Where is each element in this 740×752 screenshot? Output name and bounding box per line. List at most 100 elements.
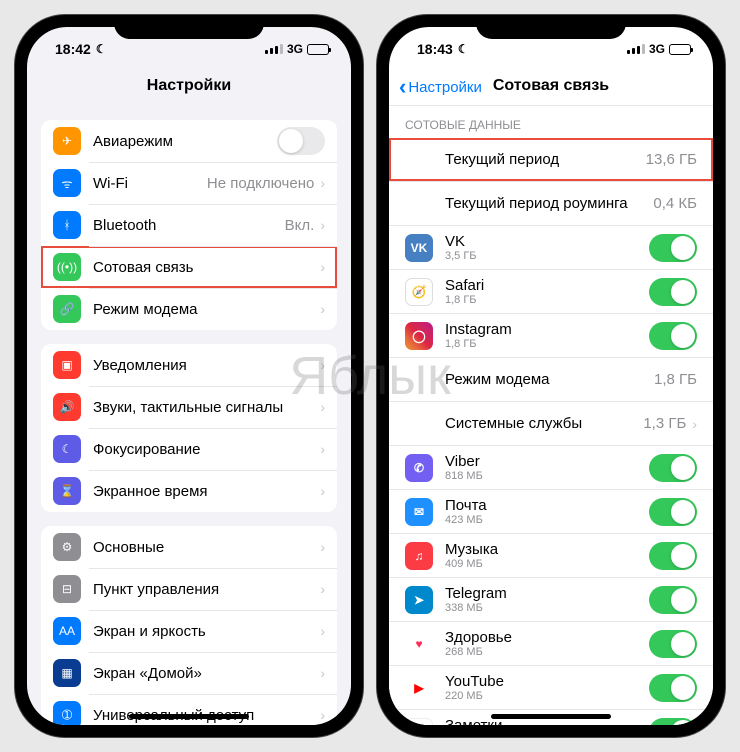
row-screentime[interactable]: ⌛Экранное время› — [41, 470, 337, 512]
row-value: 0,4 КБ — [653, 195, 697, 212]
toggle[interactable] — [649, 542, 697, 570]
app-usage: 818 МБ — [445, 470, 649, 482]
toggle[interactable] — [649, 586, 697, 614]
page-title: Сотовая связь — [493, 77, 609, 94]
telegram-icon: ➤ — [405, 586, 433, 614]
battery-icon — [669, 44, 691, 55]
toggle[interactable] — [649, 718, 697, 726]
row-viber[interactable]: ✆Viber818 МБ — [389, 446, 713, 490]
focus-icon: ☾ — [53, 435, 81, 463]
row-hotspot[interactable]: 🔗Режим модема› — [41, 288, 337, 330]
battery-icon — [307, 44, 329, 55]
safari-icon: 🧭 — [405, 278, 433, 306]
app-label: Почта — [445, 497, 649, 514]
network-label: 3G — [649, 42, 665, 56]
section-header: СОТОВЫЕ ДАННЫЕ — [389, 106, 713, 138]
chevron-right-icon: › — [320, 483, 325, 499]
row-youtube[interactable]: ▶YouTube220 МБ — [389, 666, 713, 710]
row-roaming: Текущий период роуминга0,4 КБ — [389, 182, 713, 226]
notifications-icon: ▣ — [53, 351, 81, 379]
row-label: Пункт управления — [93, 581, 314, 598]
row-value: 1,8 ГБ — [654, 371, 697, 388]
time: 18:42 — [55, 41, 91, 57]
row-health[interactable]: ♥Здоровье268 МБ — [389, 622, 713, 666]
row-cellular[interactable]: ((•))Сотовая связь› — [41, 246, 337, 288]
chevron-right-icon: › — [320, 175, 325, 191]
row-system[interactable]: Системные службы1,3 ГБ› — [389, 402, 713, 446]
mail-icon: ✉ — [405, 498, 433, 526]
row-telegram[interactable]: ➤Telegram338 МБ — [389, 578, 713, 622]
row-label: Сотовая связь — [93, 259, 314, 276]
signal-icon — [627, 44, 645, 54]
app-usage: 1,8 ГБ — [445, 294, 649, 306]
chevron-right-icon: › — [320, 539, 325, 555]
toggle[interactable] — [649, 454, 697, 482]
vk-icon: VK — [405, 234, 433, 262]
app-usage: 1,8 ГБ — [445, 338, 649, 350]
notch — [114, 15, 264, 39]
row-wifi[interactable]: ᯤWi-FiНе подключено› — [41, 162, 337, 204]
row-label: Основные — [93, 539, 314, 556]
toggle[interactable] — [649, 498, 697, 526]
wifi-icon: ᯤ — [53, 169, 81, 197]
row-focus[interactable]: ☾Фокусирование› — [41, 428, 337, 470]
row-instagram[interactable]: ◯ Instagram1,8 ГБ — [389, 314, 713, 358]
chevron-right-icon: › — [320, 259, 325, 275]
row-safari[interactable]: 🧭Safari1,8 ГБ — [389, 270, 713, 314]
toggle[interactable] — [277, 127, 325, 155]
back-button[interactable]: ‹ Настройки — [399, 76, 482, 98]
row-accessibility[interactable]: ➀Универсальный доступ› — [41, 694, 337, 725]
phone-right: 18:43 ☾ 3G ‹ Настройки Сотовая связь СОТ… — [377, 15, 725, 737]
app-label: YouTube — [445, 673, 649, 690]
app-usage: 3,5 ГБ — [445, 250, 649, 262]
home-indicator — [129, 714, 249, 719]
row-music[interactable]: ♫Музыка409 МБ — [389, 534, 713, 578]
youtube-icon: ▶ — [405, 674, 433, 702]
row-label: Фокусирование — [93, 441, 314, 458]
row-current-period: Текущий период13,6 ГБ — [389, 138, 713, 182]
row-vk[interactable]: VKVK3,5 ГБ — [389, 226, 713, 270]
app-label: Instagram — [445, 321, 649, 338]
row-airplane[interactable]: ✈︎Авиарежим — [41, 120, 337, 162]
toggle[interactable] — [649, 674, 697, 702]
row-bluetooth[interactable]: ᚼBluetoothВкл.› — [41, 204, 337, 246]
hotspot-icon: 🔗 — [53, 295, 81, 323]
instagram-icon: ◯ — [405, 322, 433, 350]
row-label: Звуки, тактильные сигналы — [93, 399, 314, 416]
notes-icon: ≡ — [405, 718, 433, 726]
toggle[interactable] — [649, 234, 697, 262]
app-usage: 423 МБ — [445, 514, 649, 526]
row-general[interactable]: ⚙Основные› — [41, 526, 337, 568]
display-icon: AA — [53, 617, 81, 645]
toggle[interactable] — [649, 322, 697, 350]
toggle[interactable] — [649, 630, 697, 658]
chevron-left-icon: ‹ — [399, 76, 406, 98]
app-usage: 338 МБ — [445, 602, 649, 614]
chevron-right-icon: › — [320, 301, 325, 317]
music-icon: ♫ — [405, 542, 433, 570]
row-home[interactable]: ▦Экран «Домой»› — [41, 652, 337, 694]
chevron-right-icon: › — [320, 357, 325, 373]
dnd-icon: ☾ — [458, 42, 469, 56]
app-label: Текущий период — [445, 151, 646, 168]
row-control[interactable]: ⊟Пункт управления› — [41, 568, 337, 610]
notch — [476, 15, 626, 39]
chevron-right-icon: › — [320, 623, 325, 639]
app-label: Текущий период роуминга — [445, 195, 653, 212]
row-display[interactable]: AAЭкран и яркость› — [41, 610, 337, 652]
app-label: Режим модема — [445, 371, 654, 388]
row-label: Экранное время — [93, 483, 314, 500]
home-icon: ▦ — [53, 659, 81, 687]
chevron-right-icon: › — [692, 416, 697, 432]
row-value: 1,3 ГБ — [643, 415, 686, 432]
row-mail[interactable]: ✉ Почта423 МБ — [389, 490, 713, 534]
bluetooth-icon: ᚼ — [53, 211, 81, 239]
health-icon: ♥ — [405, 630, 433, 658]
network-label: 3G — [287, 42, 303, 56]
row-value: 13,6 ГБ — [646, 151, 697, 168]
viber-icon: ✆ — [405, 454, 433, 482]
app-label: Музыка — [445, 541, 649, 558]
row-notifications[interactable]: ▣Уведомления› — [41, 344, 337, 386]
toggle[interactable] — [649, 278, 697, 306]
row-sounds[interactable]: 🔊Звуки, тактильные сигналы› — [41, 386, 337, 428]
